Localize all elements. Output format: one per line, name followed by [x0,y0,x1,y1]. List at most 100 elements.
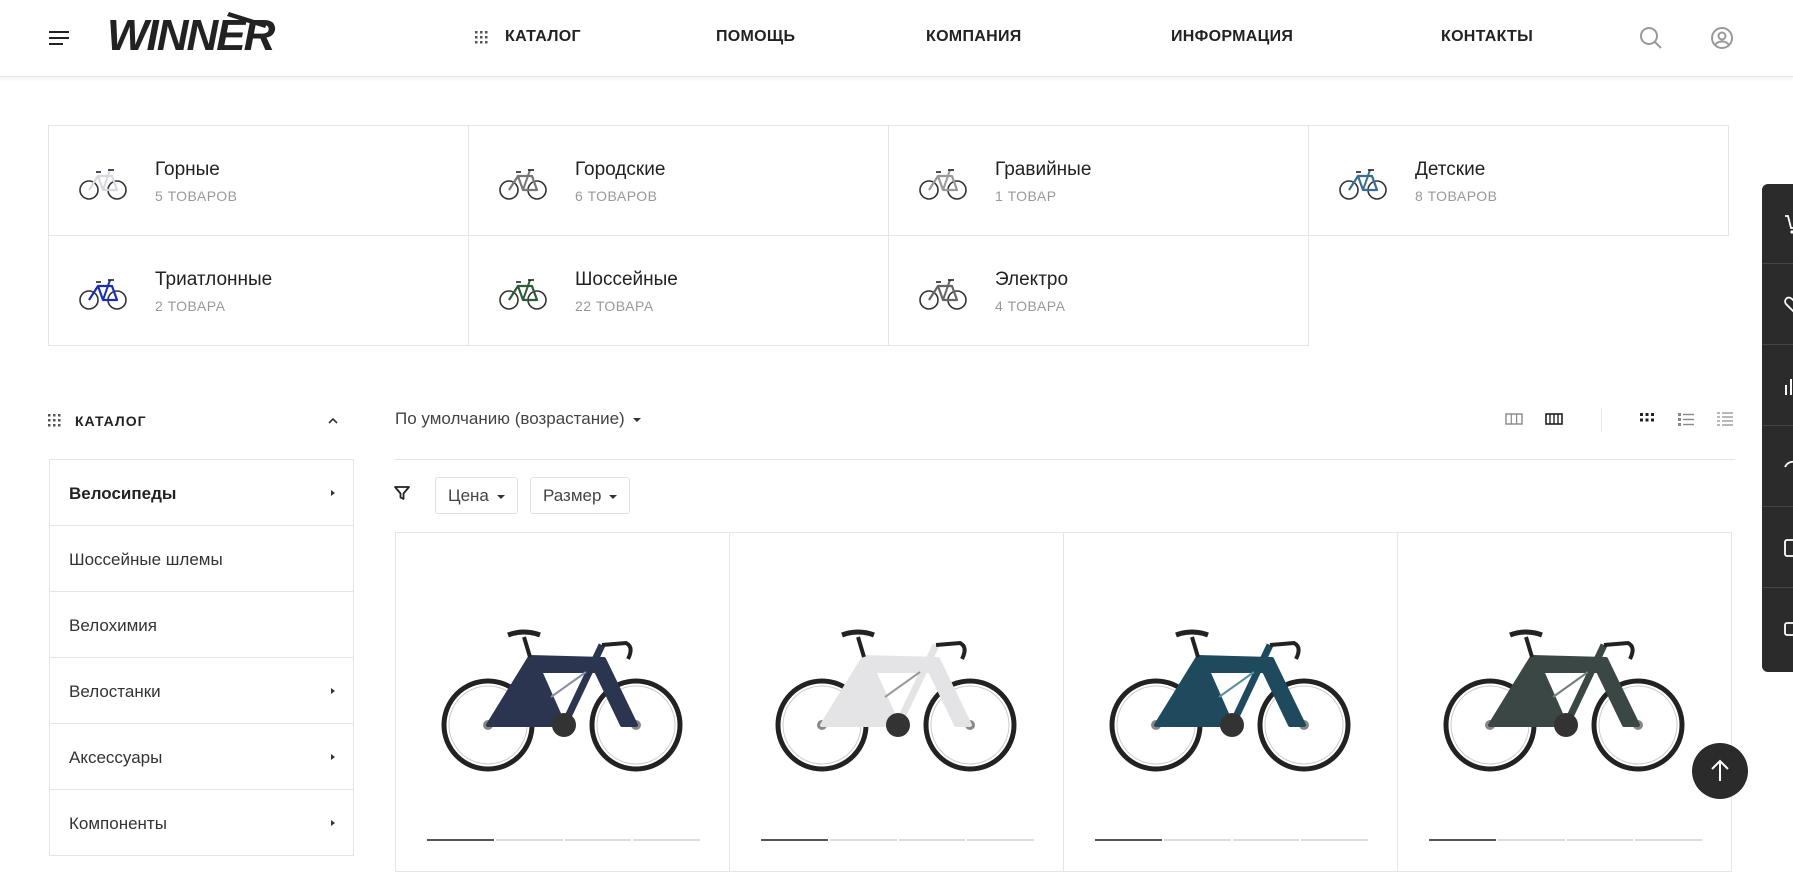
mail-button[interactable] [1762,589,1793,669]
sidebar-item-label: Велосипеды [69,484,177,503]
bike-thumbnail [79,169,127,200]
nav-information[interactable]: ИНФОРМАЦИЯ [1171,28,1293,46]
nav-contacts[interactable]: КОНТАКТЫ [1441,28,1533,46]
columns-4-icon[interactable] [1545,410,1563,428]
product-image [775,629,1017,772]
category-count: 4 ТОВАРА [995,298,1066,314]
grid-icon[interactable] [475,31,488,44]
category-card[interactable]: Триатлонные 2 ТОВАРА [48,235,469,346]
category-card[interactable]: Электро 4 ТОВАРА [888,235,1309,346]
sidebar-item-accessories[interactable]: Аксессуары [50,724,353,790]
product-image [1109,629,1351,772]
category-card[interactable]: Городские 6 ТОВАРОВ [468,125,889,236]
sidebar-item-label: Компоненты [69,814,167,833]
product-card[interactable] [1063,532,1398,872]
eye-icon [1784,460,1793,468]
nav-company[interactable]: КОМПАНИЯ [926,28,1022,46]
sidebar-item-chemistry[interactable]: Велохимия [50,592,353,658]
product-card[interactable] [729,532,1064,872]
filter-size[interactable]: Размер [530,477,631,514]
user-icon[interactable] [1710,26,1734,50]
grid-icon [48,414,61,427]
category-count: 8 ТОВАРОВ [1415,188,1498,204]
list-view-icon[interactable] [1677,410,1695,428]
category-name: Шоссейные [575,269,678,290]
compact-list-icon[interactable] [1716,410,1734,428]
sidebar-item-trainers[interactable]: Велостанки [50,658,353,724]
bike-thumbnail [499,279,547,310]
columns-3-icon[interactable] [1505,410,1523,428]
product-card[interactable] [395,532,730,872]
category-name: Городские [575,159,666,180]
viewed-button[interactable] [1762,427,1793,507]
image-pager[interactable] [1095,839,1368,841]
cart-button[interactable] [1762,184,1793,264]
floating-action-panel [1762,184,1793,672]
filter-label: Цена [448,486,489,505]
image-pager[interactable] [1429,839,1702,841]
category-count: 6 ТОВАРОВ [575,188,658,204]
sidebar-item-components[interactable]: Компоненты [50,790,353,856]
bike-thumbnail [79,279,127,310]
sort-label: По умолчанию (возрастание) [395,409,625,428]
chevron-right-icon [331,490,335,496]
wishlist-button[interactable] [1762,265,1793,345]
sidebar-item-label: Велохимия [69,616,157,635]
filter-icon[interactable] [394,485,410,501]
bike-thumbnail [1339,169,1387,200]
category-name: Гравийные [995,159,1092,180]
sidebar-menu: Велосипеды Шоссейные шлемы Велохимия Вел… [49,459,354,856]
category-name: Горные [155,159,220,180]
image-pager[interactable] [427,839,700,841]
category-name: Электро [995,269,1069,290]
heart-icon [1784,296,1793,313]
arrow-up-icon [1711,759,1729,781]
product-image [1443,629,1685,772]
logo[interactable]: WINNER [107,12,347,56]
cart-icon [1785,215,1793,234]
category-count: 1 ТОВАР [995,188,1057,204]
doc-icon [1784,539,1793,557]
category-count: 5 ТОВАРОВ [155,188,238,204]
menu-icon[interactable] [49,30,69,46]
compare-button[interactable] [1762,346,1793,426]
grid-view-icon[interactable] [1638,410,1656,428]
chevron-right-icon [331,820,335,826]
category-name: Детские [1415,159,1486,180]
sidebar-title: КАТАЛОГ [75,413,147,429]
chevron-right-icon [331,754,335,760]
nav-help[interactable]: ПОМОЩЬ [716,28,795,46]
category-card[interactable]: Детские 8 ТОВАРОВ [1308,125,1729,236]
image-pager[interactable] [761,839,1034,841]
filter-label: Размер [543,486,602,505]
docs-button[interactable] [1762,508,1793,588]
category-card[interactable]: Гравийные 1 ТОВАР [888,125,1309,236]
sidebar-catalog-toggle[interactable]: КАТАЛОГ [48,410,340,434]
nav-catalog[interactable]: КАТАЛОГ [505,28,581,46]
filter-price[interactable]: Цена [435,477,518,514]
scroll-to-top-button[interactable] [1692,743,1748,799]
sidebar-item-label: Велостанки [69,682,161,701]
caret-down-icon [496,494,505,499]
caret-down-icon [632,417,641,422]
category-card[interactable]: Шоссейные 22 ТОВАРА [468,235,889,346]
product-card[interactable] [1397,532,1732,872]
site-header: WINNER КАТАЛОГ ПОМОЩЬ КОМПАНИЯ ИНФОРМАЦИ… [0,0,1793,77]
sort-dropdown[interactable]: По умолчанию (возрастание) [395,409,641,429]
category-count: 22 ТОВАРА [575,298,654,314]
category-card[interactable]: Горные 5 ТОВАРОВ [48,125,469,236]
caret-down-icon [609,494,618,499]
search-icon[interactable] [1639,26,1663,50]
mail-icon [1784,622,1793,636]
toolbar-divider [1601,408,1602,432]
toolbar-separator [395,459,1735,460]
chevron-up-icon [328,417,338,424]
bike-thumbnail [919,169,967,200]
bike-thumbnail [499,169,547,200]
sidebar-item-label: Аксессуары [69,748,163,767]
chevron-right-icon [331,688,335,694]
sidebar-item-bicycles[interactable]: Велосипеды [50,460,353,526]
sidebar-item-label: Шоссейные шлемы [69,550,223,569]
product-image [441,629,683,772]
sidebar-item-helmets[interactable]: Шоссейные шлемы [50,526,353,592]
